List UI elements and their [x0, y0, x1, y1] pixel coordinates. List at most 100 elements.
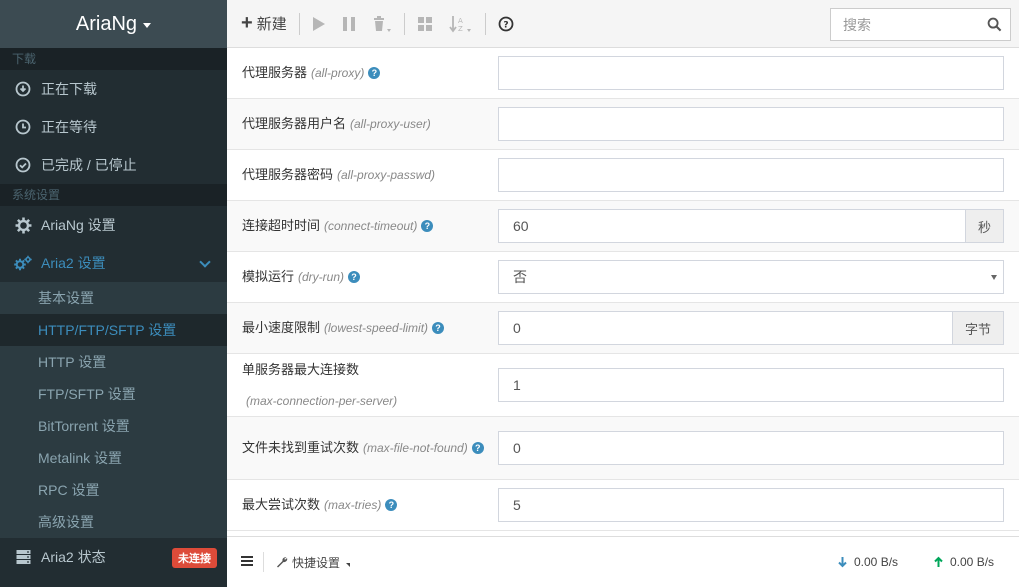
sidebar-item-label: Aria2 状态 [41, 549, 106, 565]
max-tries-input[interactable]: 5 [498, 488, 1004, 522]
connect-timeout-input[interactable]: 60 [498, 209, 965, 243]
submenu-item-basic[interactable]: 基本设置 [0, 282, 227, 314]
setting-row-lowest-speed-limit: 最小速度限制 (lowest-speed-limit) ? 0 字节 [227, 303, 1019, 354]
wrench-icon [277, 557, 288, 568]
setting-label: 文件未找到重试次数 (max-file-not-found) ? [227, 417, 498, 479]
submenu-item-advanced[interactable]: 高级设置 [0, 506, 227, 538]
new-task-button[interactable]: + 新建 [227, 0, 295, 48]
setting-row-all-proxy: 代理服务器 (all-proxy) ? [227, 48, 1019, 99]
help-icon[interactable]: ? [432, 322, 445, 334]
sidebar-item-ariang-settings[interactable]: AriaNg 设置 [0, 206, 227, 244]
display-mode-button[interactable] [409, 0, 441, 48]
help-button[interactable]: ? [490, 0, 522, 48]
max-file-not-found-input[interactable]: 0 [498, 431, 1004, 465]
sort-button[interactable]: AZ [441, 0, 481, 48]
sidebar-item-aria2-status[interactable]: Aria2 状态 未连接 [0, 538, 227, 576]
help-icon[interactable]: ? [471, 442, 484, 454]
svg-text:A: A [458, 17, 463, 25]
brand-menu[interactable]: AriaNg [0, 0, 227, 48]
all-proxy-passwd-input[interactable] [498, 158, 1004, 192]
submenu-item-bittorrent[interactable]: BitTorrent 设置 [0, 410, 227, 442]
setting-option-name: (dry-run) [298, 270, 345, 284]
setting-field: 5 [498, 480, 1019, 530]
sidebar-item-aria2-settings[interactable]: Aria2 设置 [0, 244, 227, 282]
submenu-item-http-ftp-sftp[interactable]: HTTP/FTP/SFTP 设置 [0, 314, 227, 346]
trash-icon [373, 15, 391, 32]
submenu-item-ftp-sftp[interactable]: FTP/SFTP 设置 [0, 378, 227, 410]
setting-title: 代理服务器用户名 [242, 116, 347, 131]
all-proxy-user-input[interactable] [498, 107, 1004, 141]
setting-title: 连接超时时间 [242, 218, 321, 233]
upload-speed: 0.00 B/s [933, 555, 994, 569]
setting-field: 1 [498, 354, 1019, 416]
toolbar-divider [484, 12, 486, 35]
arrow-down-icon [838, 557, 847, 568]
setting-title: 文件未找到重试次数 [242, 440, 360, 455]
sidebar-item-label: 正在等待 [41, 119, 97, 135]
chevron-down-icon [199, 256, 211, 268]
dry-run-select[interactable]: 否 [498, 260, 1004, 294]
gear-icon [14, 216, 32, 234]
submenu-item-http[interactable]: HTTP 设置 [0, 346, 227, 378]
setting-field: 否 [498, 252, 1019, 302]
setting-option-name: (all-proxy-user) [350, 117, 431, 131]
help-icon[interactable]: ? [368, 67, 381, 79]
help-icon[interactable]: ? [421, 220, 434, 232]
setting-label: 代理服务器 (all-proxy) ? [227, 48, 498, 98]
upload-speed-value: 0.00 B/s [950, 555, 995, 569]
setting-row-dry-run: 模拟运行 (dry-run) ? 否 [227, 252, 1019, 303]
sidebar-item-stopped[interactable]: 已完成 / 已停止 [0, 146, 227, 184]
setting-option-name: (all-proxy) [311, 66, 365, 80]
menu-toggle-button[interactable] [241, 555, 253, 570]
lowest-speed-limit-input[interactable]: 0 [498, 311, 952, 345]
start-button[interactable] [304, 0, 334, 48]
section-header-download: 下载 [0, 48, 227, 70]
help-icon[interactable]: ? [348, 271, 361, 283]
help-icon[interactable]: ? [385, 499, 398, 511]
download-speed-value: 0.00 B/s [854, 555, 899, 569]
search-input[interactable] [843, 16, 983, 33]
settings-panel: 代理服务器 (all-proxy) ? 代理服务器用户名 (all-proxy-… [227, 48, 1019, 536]
submenu-item-metalink[interactable]: Metalink 设置 [0, 442, 227, 474]
aria2-settings-submenu: 基本设置 HTTP/FTP/SFTP 设置 HTTP 设置 FTP/SFTP 设… [0, 282, 227, 538]
setting-option-name: (lowest-speed-limit) [324, 321, 429, 335]
setting-label: 单服务器最大连接数 (max-connection-per-server) [227, 354, 498, 416]
setting-row-max-file-not-found: 文件未找到重试次数 (max-file-not-found) ? 0 [227, 417, 1019, 480]
search-icon[interactable] [987, 17, 1002, 35]
setting-option-name: (max-connection-per-server) [246, 393, 398, 408]
unit-addon: 秒 [964, 209, 1004, 243]
footer-divider [263, 552, 264, 572]
delete-button[interactable] [364, 0, 400, 48]
hamburger-icon [241, 555, 253, 566]
toolbar: + 新建 AZ ? [227, 0, 1019, 48]
setting-row-all-proxy-user: 代理服务器用户名 (all-proxy-user) [227, 99, 1019, 150]
check-circle-icon [14, 156, 32, 174]
setting-row-max-connection-per-server: 单服务器最大连接数 (max-connection-per-server) 1 [227, 354, 1019, 417]
max-connection-per-server-input[interactable]: 1 [498, 368, 1004, 402]
sidebar: AriaNg 下载 正在下载 正在等待 已完成 / 已停止 系统设置 AriaN… [0, 0, 227, 587]
select-value: 否 [513, 269, 527, 285]
sidebar-item-waiting[interactable]: 正在等待 [0, 108, 227, 146]
question-circle-icon: ? [498, 16, 514, 31]
setting-title: 最小速度限制 [242, 320, 321, 335]
pause-icon [342, 16, 355, 31]
setting-label: 模拟运行 (dry-run) ? [227, 252, 498, 302]
unit-addon: 字节 [951, 311, 1004, 345]
arrow-up-icon [934, 556, 943, 567]
pause-button[interactable] [334, 0, 364, 48]
setting-row-connect-timeout: 连接超时时间 (connect-timeout) ? 60 秒 [227, 201, 1019, 252]
sidebar-item-downloading[interactable]: 正在下载 [0, 70, 227, 108]
submenu-item-rpc[interactable]: RPC 设置 [0, 474, 227, 506]
all-proxy-input[interactable] [498, 56, 1004, 90]
play-icon [312, 16, 325, 31]
setting-row-max-tries: 最大尝试次数 (max-tries) ? 5 [227, 480, 1019, 531]
brand-title: AriaNg [75, 12, 138, 35]
toolbar-divider [298, 12, 300, 35]
setting-option-name: (all-proxy-passwd) [337, 168, 436, 182]
quick-settings-button[interactable]: 快捷设置 [276, 554, 351, 571]
quick-settings-label: 快捷设置 [292, 555, 341, 570]
setting-option-name: (connect-timeout) [324, 219, 418, 233]
setting-row-all-proxy-passwd: 代理服务器密码 (all-proxy-passwd) [227, 150, 1019, 201]
setting-field: 0 [498, 417, 1019, 479]
setting-label: 代理服务器用户名 (all-proxy-user) [227, 99, 498, 149]
